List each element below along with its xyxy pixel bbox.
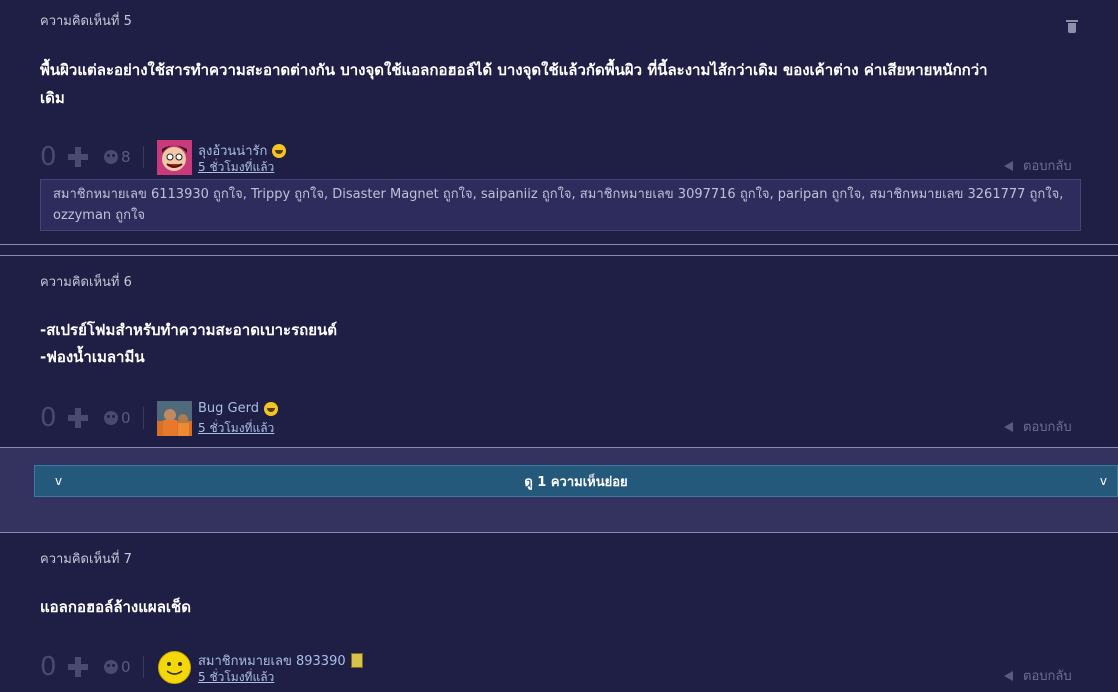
sub-replies-bar: v ดู 1 ความเห็นย่อย v bbox=[0, 448, 1118, 532]
plus-icon[interactable] bbox=[68, 147, 88, 167]
vote-bar: 0 0 bbox=[40, 652, 144, 682]
comment-body-line: -ฟองน้ำเมลามีน bbox=[40, 348, 145, 366]
emotion-count: 0 bbox=[121, 409, 131, 427]
username[interactable]: Bug Gerd bbox=[198, 401, 278, 416]
timestamp[interactable]: 5 ชั่วโมงที่แล้ว bbox=[198, 419, 274, 438]
vote-bar: 0 8 bbox=[40, 142, 144, 172]
view-sub-replies-button[interactable]: v ดู 1 ความเห็นย่อย v bbox=[34, 465, 1118, 497]
reply-button[interactable]: ตอบกลับ bbox=[1004, 155, 1072, 176]
vote-count: 0 bbox=[40, 403, 57, 433]
likes-list: สมาชิกหมายเลข 6113930 ถูกใจ, Trippy ถูกใ… bbox=[40, 179, 1081, 231]
comment-body-line: พื้นผิวแต่ละอย่างใช้สารทำความสะอาดต่างกั… bbox=[40, 61, 988, 79]
chevron-down-icon[interactable]: v bbox=[1100, 474, 1107, 488]
reply-button[interactable]: ตอบกลับ bbox=[1004, 416, 1072, 437]
chevron-down-icon[interactable]: v bbox=[55, 474, 62, 488]
avatar[interactable] bbox=[157, 401, 192, 436]
comment-body: พื้นผิวแต่ละอย่างใช้สารทำความสะอาดต่างกั… bbox=[40, 56, 988, 112]
avatar[interactable] bbox=[157, 140, 192, 175]
plus-icon[interactable] bbox=[68, 408, 88, 428]
avatar[interactable] bbox=[157, 650, 192, 685]
plus-icon[interactable] bbox=[68, 657, 88, 677]
grinning-face-icon bbox=[272, 143, 287, 158]
username-text[interactable]: Bug Gerd bbox=[198, 401, 259, 416]
reply-icon[interactable] bbox=[1004, 670, 1013, 681]
timestamp[interactable]: 5 ชั่วโมงที่แล้ว bbox=[198, 158, 274, 177]
mobile-phone-icon bbox=[350, 653, 363, 668]
emotion-icon[interactable] bbox=[104, 150, 118, 164]
comment-5: ความคิดเห็นที่ 5 พื้นผิวแต่ละอย่างใช้สาร… bbox=[0, 0, 1118, 244]
reply-icon[interactable] bbox=[1004, 160, 1013, 171]
comment-title: ความคิดเห็นที่ 5 bbox=[40, 14, 132, 29]
reply-icon[interactable] bbox=[1004, 421, 1013, 432]
vote-count: 0 bbox=[40, 652, 57, 682]
timestamp[interactable]: 5 ชั่วโมงที่แล้ว bbox=[198, 668, 274, 687]
reply-label[interactable]: ตอบกลับ bbox=[1023, 155, 1072, 176]
emotion-icon[interactable] bbox=[104, 660, 118, 674]
divider bbox=[142, 146, 144, 168]
emotion-icon[interactable] bbox=[104, 411, 118, 425]
comment-body-line: แอลกอฮอล์ล้างแผลเช็ด bbox=[40, 598, 191, 616]
emotion-count: 8 bbox=[121, 148, 131, 166]
divider bbox=[142, 656, 144, 678]
reply-label[interactable]: ตอบกลับ bbox=[1023, 416, 1072, 437]
grinning-face-icon bbox=[263, 401, 278, 416]
comment-7: ความคิดเห็นที่ 7 แอลกอฮอล์ล้างแผลเช็ด 0 … bbox=[0, 533, 1118, 692]
vote-count: 0 bbox=[40, 142, 57, 172]
trash-icon[interactable] bbox=[1066, 20, 1078, 34]
view-sub-replies-label[interactable]: ดู 1 ความเห็นย่อย bbox=[524, 471, 627, 492]
reply-button[interactable]: ตอบกลับ bbox=[1004, 665, 1072, 686]
reply-label[interactable]: ตอบกลับ bbox=[1023, 665, 1072, 686]
comment-body: -สเปรย์โฟมสำหรับทำความสะอาดเบาะรถยนต์ -ฟ… bbox=[40, 317, 337, 371]
comment-body-line: เดิม bbox=[40, 89, 65, 107]
divider bbox=[0, 244, 1118, 245]
comment-body: แอลกอฮอล์ล้างแผลเช็ด bbox=[40, 593, 191, 621]
comment-body-line: -สเปรย์โฟมสำหรับทำความสะอาดเบาะรถยนต์ bbox=[40, 321, 337, 339]
comment-6: ความคิดเห็นที่ 6 -สเปรย์โฟมสำหรับทำความส… bbox=[0, 256, 1118, 446]
comment-title: ความคิดเห็นที่ 7 bbox=[40, 552, 132, 567]
comment-title: ความคิดเห็นที่ 6 bbox=[40, 275, 132, 290]
divider bbox=[142, 407, 144, 429]
emotion-count: 0 bbox=[121, 658, 131, 676]
vote-bar: 0 0 bbox=[40, 403, 144, 433]
